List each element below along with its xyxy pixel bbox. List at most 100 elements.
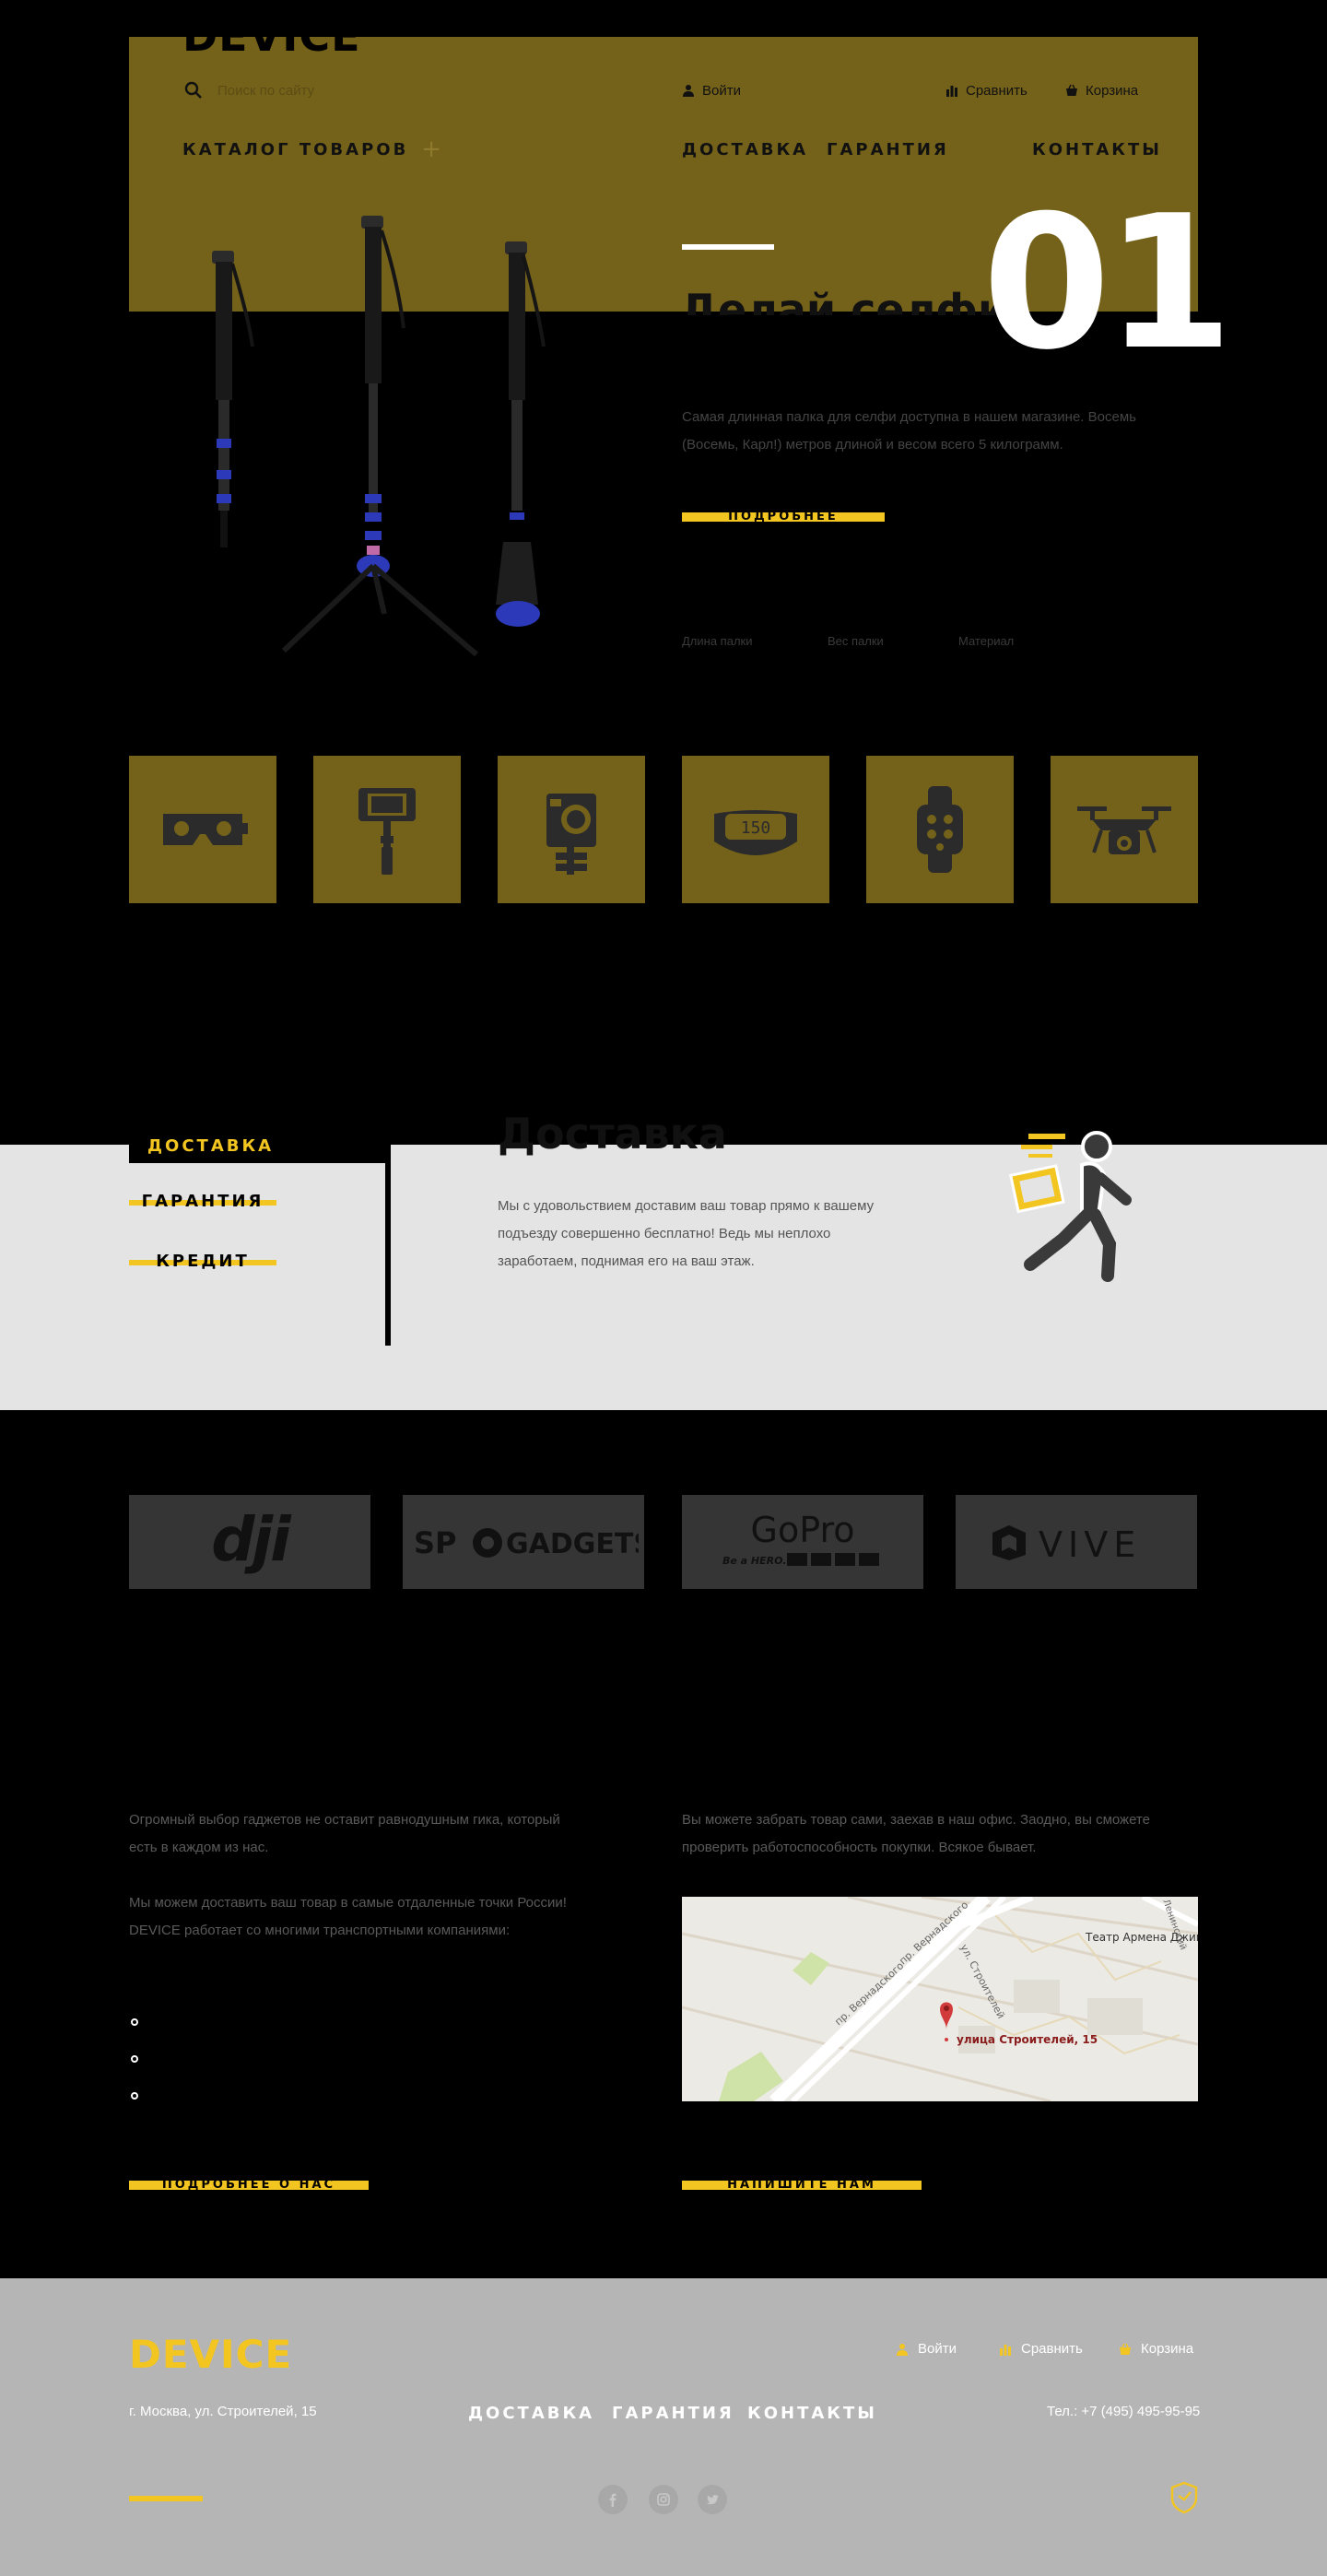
vive-logo: VIVE <box>992 1524 1141 1565</box>
footer-compare-link[interactable]: Сравнить <box>999 2341 1083 2357</box>
compare-icon <box>946 86 957 97</box>
category-action-cameras[interactable] <box>498 756 645 903</box>
brand-sp-gadgets[interactable]: SP GADGETS <box>403 1495 644 1589</box>
user-icon <box>897 2343 908 2356</box>
selfie-stick-icon <box>358 788 416 875</box>
cart-label: Корзина <box>1086 82 1139 99</box>
compare-icon <box>1000 2344 1011 2356</box>
list-bullet <box>131 2018 138 2026</box>
facebook-icon <box>609 2493 617 2507</box>
services-title-clip: Доставка <box>498 1115 958 1161</box>
search-icon[interactable] <box>184 81 203 100</box>
spec-material-label: Материал <box>958 634 1015 648</box>
spec-weight-label: Вес палки <box>828 634 884 648</box>
map-poi-label: Театр Армена Джигарханяна <box>1085 1931 1198 1944</box>
spec-length-label: Длина палки <box>682 634 753 648</box>
about-paragraph-1: Огромный выбор гаджетов не оставит равно… <box>129 1812 560 1855</box>
action-camera-icon <box>546 794 596 875</box>
footer-login-link[interactable]: Войти <box>896 2341 957 2357</box>
category-selfie-sticks[interactable] <box>313 756 461 903</box>
footer-compare-label: Сравнить <box>1021 2341 1083 2357</box>
plus-icon: + <box>421 135 442 163</box>
category-smartwatches[interactable] <box>866 756 1014 903</box>
cart-icon <box>1120 2343 1131 2355</box>
category-drones[interactable] <box>1051 756 1198 903</box>
footer-nav-delivery[interactable]: ДОСТАВКА <box>468 2404 594 2423</box>
brand-gopro[interactable]: GoPro Be a HERO. <box>682 1495 923 1589</box>
footer-phone: Тел.: +7 (495) 495-95-95 <box>1047 2404 1201 2419</box>
hero-more-button[interactable]: ПОДРОБНЕЕ <box>682 512 885 522</box>
instagram-link[interactable] <box>649 2485 678 2514</box>
gopro-logo-text: GoPro <box>751 1510 855 1550</box>
list-bullet <box>131 2092 138 2100</box>
footer-background <box>0 2278 1327 2576</box>
slide-number: 01 <box>982 176 1233 391</box>
tracker-display-value: 150 <box>741 818 771 838</box>
hero-accent-line <box>682 244 774 250</box>
write-us-button[interactable]: НАПИШИТЕ НАМ <box>682 2181 922 2190</box>
facebook-link[interactable] <box>598 2485 628 2514</box>
tab-delivery[interactable]: ДОСТАВКА <box>129 1128 387 1163</box>
category-fitness-trackers[interactable]: 150 <box>682 756 829 903</box>
search-input[interactable] <box>217 79 494 101</box>
compare-label: Сравнить <box>966 82 1028 99</box>
cart-link[interactable]: Корзина <box>1065 79 1138 101</box>
footer-address: г. Москва, ул. Строителей, 15 <box>129 2404 317 2419</box>
tab-credit[interactable]: КРЕДИТ <box>129 1252 276 1271</box>
sp-gadgets-logo-gadgets: GADGETS <box>506 1528 639 1560</box>
sp-gadgets-logo: SP GADGETS <box>414 1525 639 1560</box>
about-more-button[interactable]: ПОДРОБНЕЕ О НАС <box>129 2181 369 2190</box>
sp-gadgets-logo-sp: SP <box>414 1525 457 1560</box>
selfie-sticks-image <box>212 216 546 657</box>
brand-vive[interactable]: VIVE <box>956 1495 1197 1589</box>
location-map[interactable]: пр. Вернадского пр. Вернадского ул. Стро… <box>682 1897 1198 2101</box>
user-icon <box>683 85 694 97</box>
vr-headset-icon <box>163 814 248 845</box>
instagram-icon <box>657 2493 670 2506</box>
map-marker-label: улица Строителей, 15 <box>957 2033 1098 2046</box>
tab-credit-label: КРЕДИТ <box>156 1252 250 1271</box>
contacts-text: Вы можете забрать товар сами, заехав в н… <box>682 1812 1150 1855</box>
category-vr[interactable] <box>129 756 276 903</box>
twitter-icon <box>706 2495 719 2505</box>
fitness-tracker-icon: 150 <box>714 810 797 855</box>
catalog-menu[interactable]: КАТАЛОГ ТОВАРОВ + <box>182 135 442 163</box>
tab-warranty[interactable]: ГАРАНТИЯ <box>129 1192 276 1211</box>
hero-description: Самая длинная палка для селфи доступна в… <box>682 409 1136 453</box>
footer-nav-contacts[interactable]: КОНТАКТЫ <box>747 2404 877 2423</box>
about-paragraph-2: Мы можем доставить ваш товар в самые отд… <box>129 1895 567 1938</box>
tab-warranty-label: ГАРАНТИЯ <box>141 1192 264 1211</box>
footer-nav-warranty[interactable]: ГАРАНТИЯ <box>612 2404 734 2423</box>
footer-cart-label: Корзина <box>1141 2341 1194 2357</box>
courier-illustration <box>1009 1131 1132 1282</box>
footer-cart-link[interactable]: Корзина <box>1119 2341 1193 2357</box>
vive-logo-text: VIVE <box>1039 1524 1141 1565</box>
twitter-link[interactable] <box>698 2485 727 2514</box>
cart-icon <box>1066 84 1077 96</box>
smartwatch-icon <box>917 786 963 873</box>
login-label: Войти <box>702 82 741 99</box>
gopro-logo-tagline: Be a HERO. <box>722 1555 786 1567</box>
dji-logo-text: dji <box>211 1505 292 1575</box>
hero-title: Делай селфи <box>680 285 1008 315</box>
catalog-label: КАТАЛОГ ТОВАРОВ <box>182 139 409 159</box>
brand-dji[interactable]: dji <box>129 1495 370 1589</box>
services-title: Доставка <box>498 1115 727 1159</box>
footer-logo[interactable]: DEVICE <box>129 2332 292 2377</box>
map-canvas: пр. Вернадского пр. Вернадского ул. Стро… <box>682 1897 1198 2101</box>
shield-icon[interactable] <box>1170 2481 1198 2514</box>
login-link[interactable]: Войти <box>682 79 741 101</box>
compare-link[interactable]: Сравнить <box>945 79 1028 101</box>
nav-contacts[interactable]: КОНТАКТЫ <box>1032 138 1162 160</box>
drone-icon <box>1077 806 1171 854</box>
footer-accent-line <box>129 2496 203 2501</box>
services-text: Мы с удовольствием доставим ваш товар пр… <box>498 1198 875 1269</box>
services-divider <box>385 1145 391 1346</box>
nav-warranty[interactable]: ГАРАНТИЯ <box>827 138 949 160</box>
list-bullet <box>131 2055 138 2063</box>
nav-delivery[interactable]: ДОСТАВКА <box>682 138 808 160</box>
footer-login-label: Войти <box>918 2341 957 2357</box>
gopro-logo: GoPro Be a HERO. <box>722 1510 879 1567</box>
site-logo[interactable]: DEVICE <box>182 13 361 57</box>
dji-logo: dji <box>211 1505 295 1575</box>
